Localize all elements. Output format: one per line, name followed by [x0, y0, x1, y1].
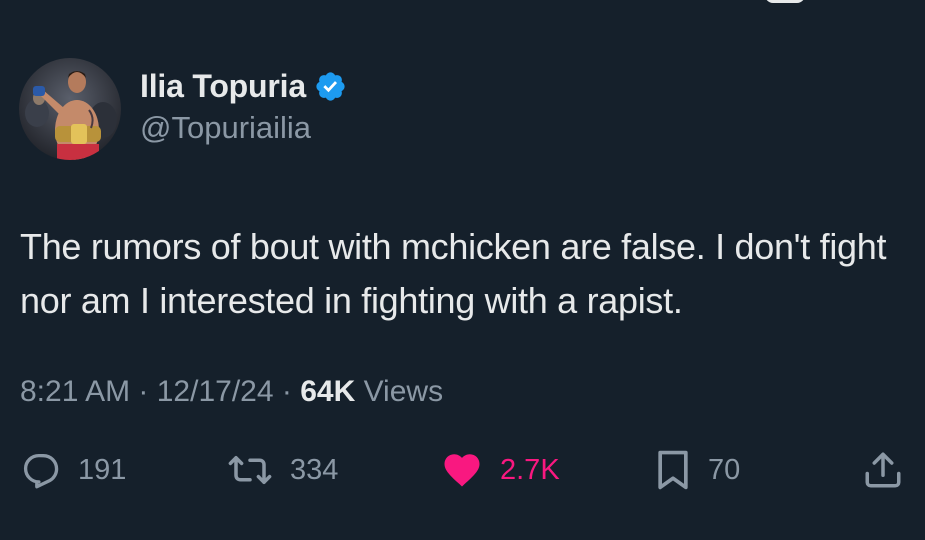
author-display-name[interactable]: Ilia Topuria	[140, 68, 306, 105]
meta-separator: ·	[130, 375, 157, 408]
fighter-avatar-image	[19, 58, 121, 160]
meta-separator: ·	[273, 375, 301, 408]
reply-count: 191	[78, 453, 127, 486]
retweet-count: 334	[290, 453, 339, 486]
share-button[interactable]	[862, 448, 904, 492]
views-label: Views	[355, 375, 444, 408]
author-handle[interactable]: @Topuriailia	[140, 110, 311, 146]
views-count: 64K	[300, 375, 356, 408]
tweet-view: Ilia Topuria @Topuriailia The rumors of …	[0, 0, 925, 540]
author-name-row[interactable]: Ilia Topuria	[140, 68, 347, 105]
heart-icon	[440, 449, 484, 491]
avatar[interactable]	[19, 58, 121, 160]
like-count: 2.7K	[500, 453, 560, 486]
retweet-button[interactable]: 334	[226, 448, 338, 492]
bookmark-count: 70	[708, 453, 741, 486]
tweet-meta: 8:21 AM · 12/17/24 · 64K Views	[20, 375, 443, 409]
tweet-date[interactable]: 12/17/24	[157, 375, 274, 408]
verified-badge-icon	[314, 70, 347, 103]
tweet-time[interactable]: 8:21 AM	[20, 375, 130, 408]
retweet-icon	[226, 449, 274, 491]
reply-icon	[20, 449, 62, 491]
bookmark-button[interactable]: 70	[654, 448, 740, 492]
top-toolbar-button[interactable]	[765, 0, 805, 3]
bookmark-icon	[654, 448, 692, 492]
like-button[interactable]: 2.7K	[440, 448, 560, 492]
tweet-text: The rumors of bout with mchicken are fal…	[20, 226, 887, 321]
reply-button[interactable]: 191	[20, 448, 126, 492]
share-icon	[862, 449, 904, 491]
